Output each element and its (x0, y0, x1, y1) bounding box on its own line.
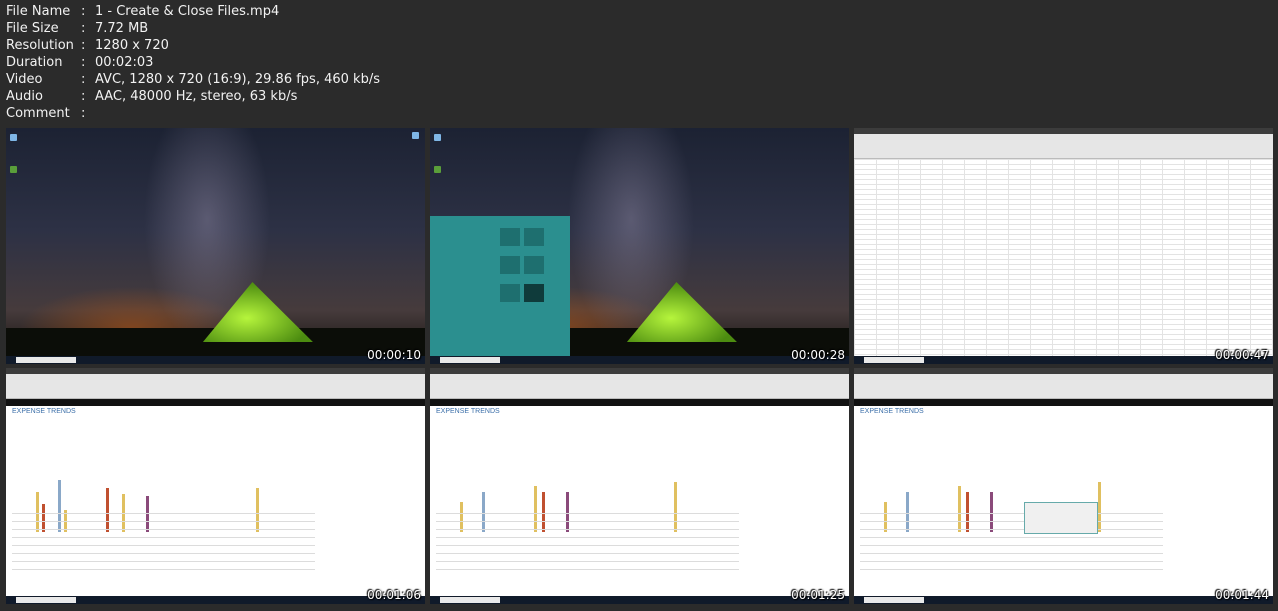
report-title: EXPENSE TRENDS (436, 408, 500, 415)
start-tile (524, 228, 544, 246)
info-row-duration: Duration:00:02:03 (6, 54, 380, 71)
excel-ribbon (854, 128, 1273, 159)
save-changes-dialog[interactable] (1024, 502, 1098, 534)
info-separator: : (81, 55, 86, 70)
excel-ribbon (854, 368, 1273, 399)
thumbnail-start-menu[interactable]: 00:00:28 (430, 128, 849, 364)
thumbnail-timestamp: 00:01:25 (791, 588, 845, 602)
info-separator: : (81, 106, 86, 121)
info-separator: : (81, 89, 86, 104)
excel-title-bar (430, 368, 849, 374)
desktop-shortcut-icon (412, 132, 419, 139)
info-key: Resolution (6, 38, 74, 53)
taskbar-search-box (440, 597, 500, 603)
excel-title-bar (6, 368, 425, 374)
expense-table (12, 513, 315, 577)
thumbnail-timestamp: 00:00:28 (791, 348, 845, 362)
info-key: Video (6, 72, 43, 87)
excel-blank-sheet (854, 159, 1273, 356)
start-tile (524, 256, 544, 274)
info-key: Comment (6, 106, 70, 121)
start-tile (500, 284, 520, 302)
info-row-resolution: Resolution:1280 x 720 (6, 37, 380, 54)
excel-title-bar (854, 368, 1273, 374)
info-separator: : (81, 21, 86, 36)
start-tile (500, 228, 520, 246)
info-separator: : (81, 38, 86, 53)
report-title: EXPENSE TRENDS (12, 408, 76, 415)
file-info-panel: File Name:1 - Create & Close Files.mp4 F… (6, 3, 380, 122)
info-row-video: Video: AVC, 1280 x 720 (16:9), 29.86 fps,… (6, 71, 380, 88)
taskbar-search-box (16, 597, 76, 603)
expense-report-sheet: EXPENSE TRENDS (430, 406, 849, 596)
taskbar (430, 356, 849, 364)
info-row-comment: Comment: (6, 105, 380, 122)
thumbnail-expense-trends-dialog[interactable]: EXPENSE TRENDS 00:01:44 (854, 368, 1273, 604)
info-row-file-size: File Size:7.72 MB (6, 20, 380, 37)
desktop-shortcut-icon (10, 166, 17, 173)
recycle-bin-icon (10, 134, 17, 141)
taskbar-search-box (440, 357, 500, 363)
info-separator: : (81, 72, 86, 87)
start-menu (430, 216, 570, 356)
thumbnail-timestamp: 00:00:10 (367, 348, 421, 362)
info-value: AAC, 48000 Hz, stereo, 63 kb/s (95, 89, 298, 104)
info-row-file-name: File Name:1 - Create & Close Files.mp4 (6, 3, 380, 20)
expense-table (436, 513, 739, 577)
recycle-bin-icon (434, 134, 441, 141)
taskbar (430, 596, 849, 604)
info-value: 1280 x 720 (95, 38, 169, 53)
thumbnail-timestamp: 00:01:06 (367, 588, 421, 602)
desktop-shortcut-icon (434, 166, 441, 173)
info-row-audio: Audio: AAC, 48000 Hz, stereo, 63 kb/s (6, 88, 380, 105)
thumbnail-expense-trends[interactable]: EXPENSE TRENDS 00:01:25 (430, 368, 849, 604)
info-key: File Size (6, 21, 59, 36)
thumbnail-expense-trends[interactable]: EXPENSE TRENDS 00:01:06 (6, 368, 425, 604)
taskbar (854, 356, 1273, 364)
taskbar (6, 596, 425, 604)
thumbnail-timestamp: 00:00:47 (1215, 348, 1269, 362)
expense-report-sheet: EXPENSE TRENDS (6, 406, 425, 596)
thumbnail-desktop[interactable]: 00:00:10 (6, 128, 425, 364)
info-key: Duration (6, 55, 63, 70)
taskbar (854, 596, 1273, 604)
report-title: EXPENSE TRENDS (860, 408, 924, 415)
taskbar-search-box (864, 597, 924, 603)
info-value: AVC, 1280 x 720 (16:9), 29.86 fps, 460 k… (95, 72, 380, 87)
info-key: File Name (6, 4, 71, 19)
info-key: Audio (6, 89, 43, 104)
info-value: 00:02:03 (95, 55, 154, 70)
start-tile (500, 256, 520, 274)
expense-report-sheet: EXPENSE TRENDS (854, 406, 1273, 596)
start-tile (524, 284, 544, 302)
taskbar (6, 356, 425, 364)
excel-ribbon (6, 368, 425, 399)
excel-title-bar (854, 128, 1273, 134)
info-value: 1 - Create & Close Files.mp4 (95, 4, 280, 19)
taskbar-search-box (16, 357, 76, 363)
taskbar-search-box (864, 357, 924, 363)
info-separator: : (81, 4, 86, 19)
expense-table (860, 513, 1163, 577)
night-sky-wallpaper (6, 128, 425, 356)
info-value: 7.72 MB (95, 21, 149, 36)
thumbnail-excel-blank[interactable]: 00:00:47 (854, 128, 1273, 364)
thumbnail-grid: 00:00:10 00:00:28 00:00:47 EXPENSE TREND… (6, 128, 1273, 604)
thumbnail-timestamp: 00:01:44 (1215, 588, 1269, 602)
excel-ribbon (430, 368, 849, 399)
